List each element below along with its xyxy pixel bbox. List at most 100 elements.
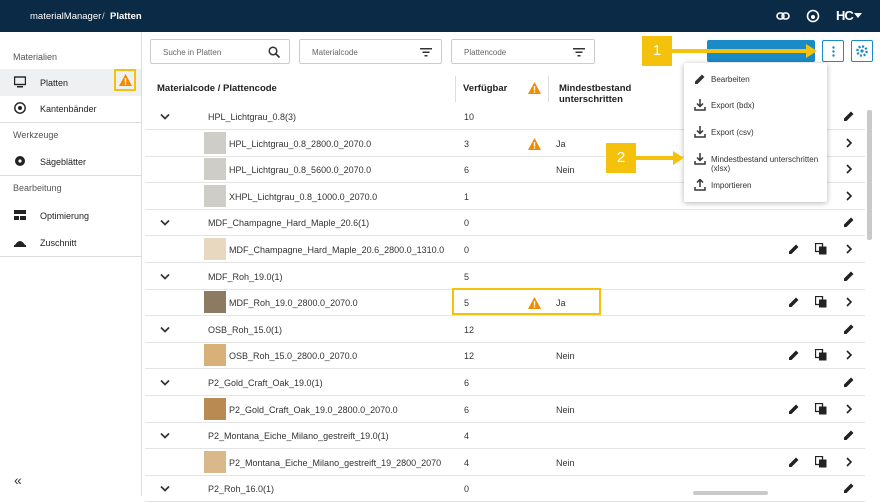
sidebar-section-materialien: Materialien	[13, 52, 58, 62]
material-thumbnail	[204, 344, 226, 367]
page-title: Platten	[110, 11, 142, 22]
group-code: MDF_Champagne_Hard_Maple_20.6(1)	[208, 218, 370, 229]
pencil-icon[interactable]	[788, 456, 800, 468]
pencil-icon[interactable]	[843, 216, 855, 228]
menu-item-min-stock-xlsx[interactable]: Mindestbestand unterschritten (xlsx)	[684, 146, 827, 173]
warning-icon	[528, 137, 541, 150]
menu-item-label: Export (bdx)	[711, 101, 755, 110]
copy-icon[interactable]	[815, 243, 827, 255]
chevron-down-icon[interactable]	[160, 273, 170, 281]
menu-item-label: Export (csv)	[711, 128, 754, 137]
chevron-down-icon[interactable]	[160, 485, 170, 493]
material-thumbnail	[204, 184, 226, 207]
chevron-right-icon[interactable]	[846, 457, 852, 467]
more-options-button[interactable]	[822, 40, 844, 62]
pencil-icon[interactable]	[843, 429, 855, 441]
search-icon[interactable]	[268, 46, 280, 58]
sidebar-item-optimierung[interactable]: Optimierung	[0, 202, 141, 229]
chevron-right-icon[interactable]	[846, 297, 852, 307]
pencil-icon[interactable]	[843, 323, 855, 335]
sidebar-item-saegeblaetter[interactable]: Sägeblätter	[0, 148, 141, 175]
pencil-icon[interactable]	[788, 403, 800, 415]
plate-code: MDF_Champagne_Hard_Maple_20.6_2800.0_131…	[229, 245, 445, 255]
available-value: 0	[464, 218, 470, 229]
link-icon[interactable]	[776, 9, 790, 23]
sidebar-item-zuschnitt[interactable]: Zuschnitt	[0, 229, 141, 256]
filter-icon[interactable]	[573, 46, 585, 58]
min-stock-value: Nein	[556, 404, 575, 415]
layout-icon	[14, 210, 26, 220]
more-options-menu: Bearbeiten Export (bdx) Export (csv) Min…	[684, 63, 827, 202]
pencil-icon[interactable]	[788, 296, 800, 308]
chevron-down-icon[interactable]	[160, 432, 170, 440]
material-thumbnail	[204, 397, 226, 420]
materialcode-filter[interactable]: Materialcode	[299, 39, 442, 64]
group-code: P2_Montana_Eiche_Milano_gestreift_19.0(1…	[208, 431, 389, 442]
vertical-scrollbar[interactable]	[867, 110, 872, 240]
materialcode-placeholder: Materialcode	[312, 48, 358, 57]
support-icon[interactable]	[806, 9, 820, 23]
copy-icon[interactable]	[815, 296, 827, 308]
min-stock-value: Nein	[556, 351, 575, 362]
saw-blade-icon	[15, 156, 25, 166]
callout-arrowhead	[673, 151, 684, 165]
top-bar: materialManager / Platten HC	[0, 0, 880, 32]
copy-icon[interactable]	[815, 349, 827, 361]
group-code: P2_Roh_16.0(1)	[208, 484, 275, 495]
divider	[0, 256, 141, 257]
pencil-icon[interactable]	[788, 243, 800, 255]
pencil-icon[interactable]	[788, 349, 800, 361]
menu-item-export-csv[interactable]: Export (csv)	[684, 119, 827, 145]
pencil-icon[interactable]	[843, 270, 855, 282]
brand-logo[interactable]: HC	[836, 8, 854, 23]
pencil-icon[interactable]	[843, 482, 855, 494]
cutting-icon	[14, 241, 26, 247]
chevron-right-icon[interactable]	[846, 138, 852, 148]
available-value: 6	[464, 378, 470, 388]
search-input[interactable]: Suche in Platten	[150, 39, 290, 64]
chevron-down-icon[interactable]	[160, 326, 170, 334]
sidebar: Materialien Platten Kantenbänder Werkzeu…	[0, 32, 142, 496]
sidebar-item-label: Optimierung	[40, 211, 90, 221]
app-name[interactable]: materialManager	[30, 11, 101, 22]
plate-code: OSB_Roh_15.0_2800.0_2070.0	[229, 351, 358, 362]
available-value: 4	[464, 431, 470, 442]
plate-code: HPL_Lichtgrau_0.8_2800.0_2070.0	[229, 138, 372, 149]
chevron-right-icon[interactable]	[846, 244, 852, 254]
material-thumbnail	[204, 131, 226, 154]
callout-arrowhead	[806, 44, 817, 58]
chevron-right-icon[interactable]	[846, 350, 852, 360]
material-thumbnail	[204, 450, 226, 473]
menu-item-bearbeiten[interactable]: Bearbeiten	[684, 66, 827, 92]
settings-button[interactable]	[851, 40, 873, 62]
breadcrumb-separator: /	[102, 11, 105, 22]
chevron-right-icon[interactable]	[846, 404, 852, 414]
sidebar-item-kantenbaender[interactable]: Kantenbänder	[0, 95, 141, 122]
copy-icon[interactable]	[815, 402, 827, 415]
filter-icon[interactable]	[420, 46, 432, 58]
min-stock-value: Ja	[556, 138, 566, 149]
chevron-down-icon[interactable]	[160, 379, 170, 387]
pencil-icon[interactable]	[843, 376, 855, 388]
sidebar-item-label: Zuschnitt	[40, 238, 77, 248]
available-value: 10	[464, 112, 475, 122]
horizontal-scrollbar[interactable]	[693, 491, 768, 495]
plattencode-filter[interactable]: Plattencode	[451, 39, 595, 64]
chevron-down-icon[interactable]	[160, 219, 170, 227]
chevron-down-icon[interactable]	[854, 13, 862, 19]
warning-highlight	[114, 69, 136, 91]
pencil-icon[interactable]	[843, 110, 855, 122]
warning-icon	[119, 74, 132, 86]
divider	[548, 76, 549, 102]
chevron-right-icon[interactable]	[846, 191, 852, 201]
min-stock-value: Nein	[556, 165, 575, 176]
menu-item-importieren[interactable]: Importieren	[684, 172, 827, 198]
menu-item-export-bdx[interactable]: Export (bdx)	[684, 92, 827, 118]
chevron-right-icon[interactable]	[846, 164, 852, 174]
collapse-sidebar-button[interactable]: «	[14, 472, 22, 488]
plate-code: MDF_Roh_19.0_2800.0_2070.0	[229, 298, 358, 309]
download-icon	[694, 153, 706, 165]
copy-icon[interactable]	[815, 455, 827, 468]
material-thumbnail	[204, 291, 226, 314]
chevron-down-icon[interactable]	[160, 113, 170, 121]
